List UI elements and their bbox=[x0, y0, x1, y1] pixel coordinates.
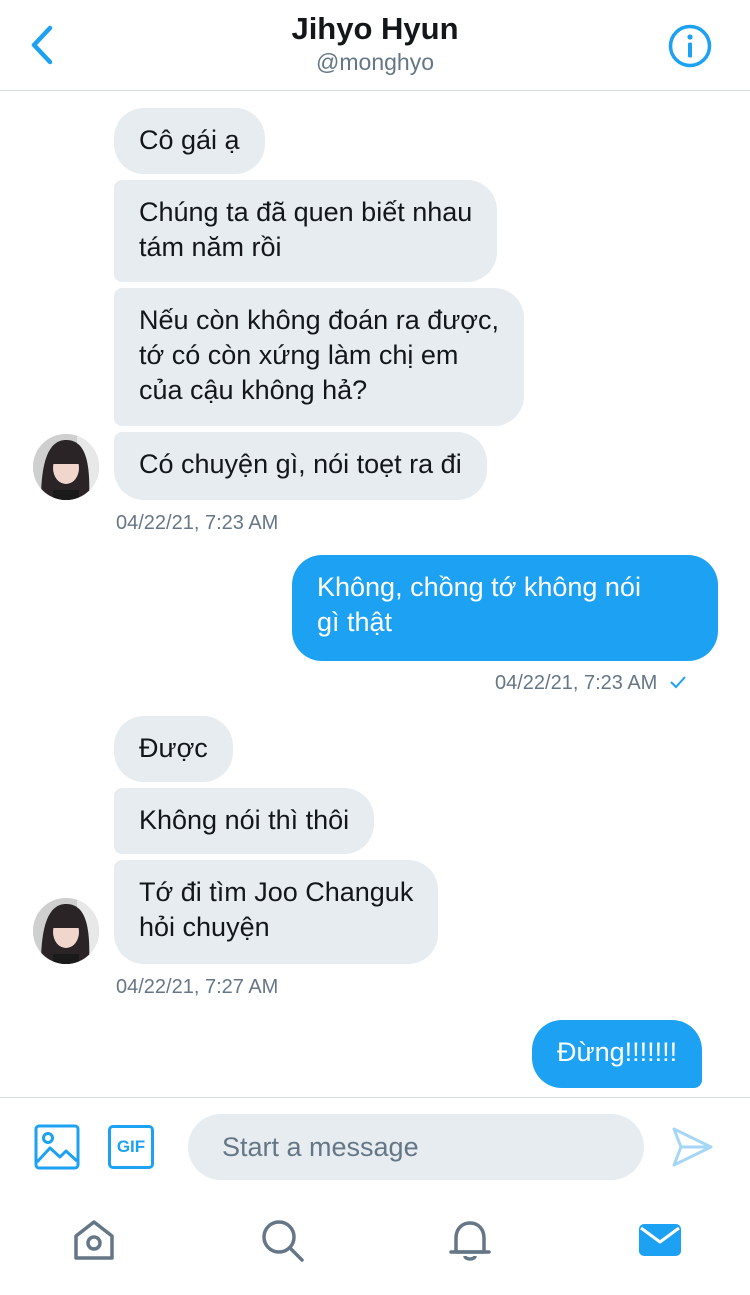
conversation-title-block: Jihyo Hyun @monghyo bbox=[0, 10, 750, 76]
image-icon[interactable] bbox=[34, 1124, 80, 1170]
incoming-message[interactable]: Cô gái ạ bbox=[114, 108, 265, 174]
send-icon[interactable] bbox=[670, 1125, 714, 1169]
info-icon[interactable] bbox=[667, 23, 713, 69]
message-timestamp: 04/22/21, 7:23 AM bbox=[495, 672, 687, 695]
incoming-message[interactable]: Được bbox=[114, 716, 233, 782]
message-input-placeholder: Start a message bbox=[222, 1132, 419, 1162]
avatar[interactable] bbox=[33, 434, 99, 500]
message-text-line: tám năm rồi bbox=[139, 232, 282, 262]
message-timestamp: 04/22/21, 7:27 AM bbox=[116, 976, 279, 998]
avatar-image bbox=[33, 434, 99, 500]
message-text-line: Chúng ta đã quen biết nhau bbox=[139, 197, 473, 227]
message-input[interactable]: Start a message bbox=[188, 1114, 644, 1180]
bottom-tab-bar bbox=[0, 1196, 750, 1295]
message-thread[interactable]: Cô gái ạ Chúng ta đã quen biết nhau tám … bbox=[0, 91, 750, 1096]
message-text-line: Không, chồng tớ không nói bbox=[317, 572, 641, 602]
conversation-header: Jihyo Hyun @monghyo bbox=[0, 0, 750, 91]
outgoing-message[interactable]: Đừng!!!!!!! bbox=[532, 1020, 703, 1088]
message-timestamp: 04/22/21, 7:23 AM bbox=[116, 512, 279, 534]
message-text-line: Nếu còn không đoán ra được, bbox=[139, 305, 500, 335]
message-text-line: Tớ đi tìm Joo Changuk bbox=[139, 877, 414, 907]
message-text-line: gì thật bbox=[317, 607, 393, 637]
timestamp-text: 04/22/21, 7:23 AM bbox=[495, 672, 658, 694]
avatar[interactable] bbox=[33, 898, 99, 964]
avatar-image bbox=[33, 898, 99, 964]
message-text: Không nói thì thôi bbox=[139, 805, 350, 835]
search-icon[interactable] bbox=[258, 1216, 306, 1264]
incoming-message[interactable]: Tớ đi tìm Joo Changuk hỏi chuyện bbox=[114, 860, 439, 964]
message-text-line: tớ có còn xứng làm chị em bbox=[139, 340, 459, 370]
message-text-line: hỏi chuyện bbox=[139, 912, 270, 942]
outgoing-message[interactable]: Không, chồng tớ không nói gì thật bbox=[292, 555, 718, 661]
notifications-bell-icon[interactable] bbox=[446, 1216, 494, 1264]
incoming-message[interactable]: Có chuyện gì, nói toẹt ra đi bbox=[114, 432, 487, 500]
conversation-handle: @monghyo bbox=[316, 49, 434, 75]
incoming-message[interactable]: Không nói thì thôi bbox=[114, 788, 375, 854]
messages-envelope-icon[interactable] bbox=[636, 1216, 684, 1264]
check-icon bbox=[670, 676, 686, 689]
message-text: Được bbox=[139, 733, 208, 763]
message-text-line: của cậu không hả? bbox=[139, 375, 368, 405]
message-text: Có chuyện gì, nói toẹt ra đi bbox=[139, 449, 462, 479]
gif-button[interactable]: GIF bbox=[108, 1125, 154, 1169]
message-text: Cô gái ạ bbox=[139, 125, 240, 155]
message-composer: GIF Start a message bbox=[0, 1097, 750, 1196]
incoming-message[interactable]: Nếu còn không đoán ra được, tớ có còn xứ… bbox=[114, 288, 525, 426]
gif-label: GIF bbox=[116, 1137, 146, 1156]
incoming-message[interactable]: Chúng ta đã quen biết nhau tám năm rồi bbox=[114, 180, 498, 282]
message-text: Đừng!!!!!!! bbox=[557, 1037, 678, 1067]
home-icon[interactable] bbox=[70, 1216, 118, 1264]
conversation-title[interactable]: Jihyo Hyun bbox=[0, 10, 750, 48]
